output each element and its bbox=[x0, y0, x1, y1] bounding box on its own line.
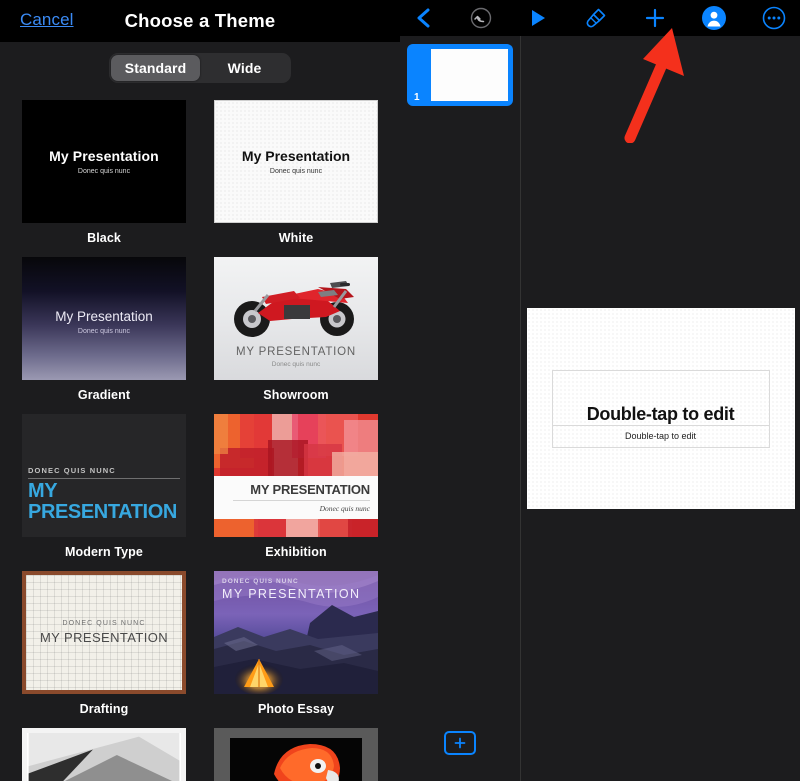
thumb-subtitle: DONEC QUIS NUNC bbox=[222, 578, 299, 585]
thumb-title: My Presentation bbox=[241, 148, 351, 164]
theme-item-photo-essay[interactable]: DONEC QUIS NUNC MY PRESENTATION Photo Es… bbox=[214, 571, 378, 716]
theme-thumbnail-photo-essay[interactable]: DONEC QUIS NUNC MY PRESENTATION bbox=[214, 571, 378, 694]
theme-thumbnail-showroom[interactable]: MY PRESENTATION Donec quis nunc bbox=[214, 257, 378, 380]
theme-item-exhibition[interactable]: MY PRESENTATION Donec quis nunc Exhibiti… bbox=[214, 414, 378, 559]
theme-thumbnail-white[interactable]: My Presentation Donec quis nunc bbox=[214, 100, 378, 223]
theme-name-label: Modern Type bbox=[65, 545, 143, 559]
thumb-title: MY PRESENTATION bbox=[222, 587, 361, 601]
undo-button[interactable] bbox=[469, 3, 493, 33]
back-chevron-icon bbox=[417, 8, 430, 28]
subtitle-placeholder[interactable]: Double-tap to edit bbox=[551, 425, 770, 448]
thumb-subtitle: Donec quis nunc bbox=[77, 327, 131, 335]
slide-thumbnail-page bbox=[431, 49, 508, 101]
slide-thumbnail-1[interactable]: 1 bbox=[407, 44, 513, 106]
thumb-subtitle: Donec quis nunc bbox=[77, 168, 131, 175]
thumb-title: MY PRESENTATION bbox=[28, 480, 177, 523]
editor-toolbar bbox=[400, 0, 800, 36]
segmented-control-wrap: Standard Wide bbox=[0, 42, 400, 94]
plus-icon bbox=[454, 737, 466, 749]
add-slide-button[interactable] bbox=[444, 731, 476, 755]
theme-thumbnail-black[interactable]: My Presentation Donec quis nunc bbox=[22, 100, 186, 223]
theme-thumbnail-modern-type[interactable]: DONEC QUIS NUNC MY PRESENTATION bbox=[22, 414, 186, 537]
theme-thumbnail-drafting[interactable]: DONEC QUIS NUNC MY PRESENTATION bbox=[22, 571, 186, 694]
theme-name-label: White bbox=[278, 231, 314, 245]
theme-name-label: Black bbox=[87, 231, 121, 245]
theme-item-partial-left[interactable] bbox=[22, 728, 186, 781]
title-placeholder[interactable]: Double-tap to edit bbox=[551, 369, 770, 426]
slide-canvas[interactable]: Double-tap to edit Double-tap to edit bbox=[526, 308, 795, 509]
slide-canvas-area[interactable]: Double-tap to edit Double-tap to edit bbox=[521, 36, 800, 781]
thumb-subtitle: Donec quis nunc bbox=[319, 504, 370, 513]
collaborate-button[interactable] bbox=[701, 3, 727, 33]
undo-icon bbox=[470, 7, 491, 29]
editor-body: 1 Double-tap to edit Double-tap to edit bbox=[400, 36, 800, 781]
theme-thumbnail-partial-left[interactable] bbox=[22, 728, 186, 781]
collaborate-icon bbox=[702, 6, 727, 30]
title-placeholder-text: Double-tap to edit bbox=[586, 403, 735, 424]
thumb-title: MY PRESENTATION bbox=[39, 630, 169, 645]
theme-item-black[interactable]: My Presentation Donec quis nunc Black bbox=[22, 100, 186, 245]
subtitle-placeholder-text: Double-tap to edit bbox=[624, 431, 697, 441]
theme-name-label: Exhibition bbox=[265, 545, 327, 559]
theme-item-showroom[interactable]: MY PRESENTATION Donec quis nunc Showroom bbox=[214, 257, 378, 402]
theme-chooser-pane: Cancel Choose a Theme Standard Wide My P… bbox=[0, 0, 400, 781]
theme-grid: My Presentation Donec quis nunc Black My… bbox=[0, 94, 400, 781]
grayscale-photo-illustration bbox=[28, 733, 180, 781]
motorcycle-illustration bbox=[234, 281, 354, 337]
cancel-button[interactable]: Cancel bbox=[20, 10, 74, 30]
title-band: MY PRESENTATION Donec quis nunc bbox=[214, 476, 378, 519]
theme-item-gradient[interactable]: My Presentation Donec quis nunc Gradient bbox=[22, 257, 186, 402]
theme-name-label: Photo Essay bbox=[257, 702, 335, 716]
thumb-title: MY PRESENTATION bbox=[236, 346, 356, 358]
parrot-photo-illustration bbox=[214, 728, 378, 781]
slide-navigator[interactable]: 1 bbox=[400, 36, 521, 781]
theme-item-white[interactable]: My Presentation Donec quis nunc White bbox=[214, 100, 378, 245]
theme-item-drafting[interactable]: DONEC QUIS NUNC MY PRESENTATION Drafting bbox=[22, 571, 186, 716]
thumb-subtitle: DONEC QUIS NUNC bbox=[62, 620, 146, 627]
theme-name-label: Drafting bbox=[79, 702, 129, 716]
divider bbox=[232, 500, 370, 501]
play-button[interactable] bbox=[527, 3, 549, 33]
format-brush-icon bbox=[586, 8, 606, 28]
thumb-title: My Presentation bbox=[55, 308, 153, 324]
insert-button[interactable] bbox=[643, 3, 667, 33]
theme-name-label: Gradient bbox=[77, 388, 131, 402]
theme-name-label: Showroom bbox=[263, 388, 329, 402]
segment-standard[interactable]: Standard bbox=[111, 55, 200, 81]
size-segmented-control[interactable]: Standard Wide bbox=[109, 53, 291, 83]
theme-thumbnail-partial-right[interactable] bbox=[214, 728, 378, 781]
thumb-title: MY PRESENTATION bbox=[250, 482, 370, 497]
thumb-title: My Presentation bbox=[49, 148, 159, 164]
segment-wide[interactable]: Wide bbox=[200, 55, 289, 81]
format-button[interactable] bbox=[584, 3, 608, 33]
plus-icon bbox=[645, 8, 664, 28]
thumb-subtitle: DONEC QUIS NUNC bbox=[28, 466, 116, 475]
page-title: Choose a Theme bbox=[124, 10, 276, 31]
more-icon bbox=[762, 6, 786, 30]
theme-thumbnail-exhibition[interactable]: MY PRESENTATION Donec quis nunc bbox=[214, 414, 378, 537]
keynote-editor-pane: 1 Double-tap to edit Double-tap to edit bbox=[400, 0, 800, 781]
thumb-subtitle: Donec quis nunc bbox=[269, 168, 323, 175]
slide-number: 1 bbox=[414, 92, 420, 103]
theme-item-partial-right[interactable] bbox=[214, 728, 378, 781]
navigation-bar: Cancel Choose a Theme bbox=[0, 0, 400, 42]
thumb-subtitle: Donec quis nunc bbox=[271, 361, 321, 368]
back-button[interactable] bbox=[414, 3, 434, 33]
more-button[interactable] bbox=[762, 3, 786, 33]
theme-thumbnail-gradient[interactable]: My Presentation Donec quis nunc bbox=[22, 257, 186, 380]
play-icon bbox=[532, 10, 546, 26]
theme-item-modern-type[interactable]: DONEC QUIS NUNC MY PRESENTATION Modern T… bbox=[22, 414, 186, 559]
divider bbox=[28, 478, 180, 479]
screenshot-root: Cancel Choose a Theme Standard Wide My P… bbox=[0, 0, 800, 781]
